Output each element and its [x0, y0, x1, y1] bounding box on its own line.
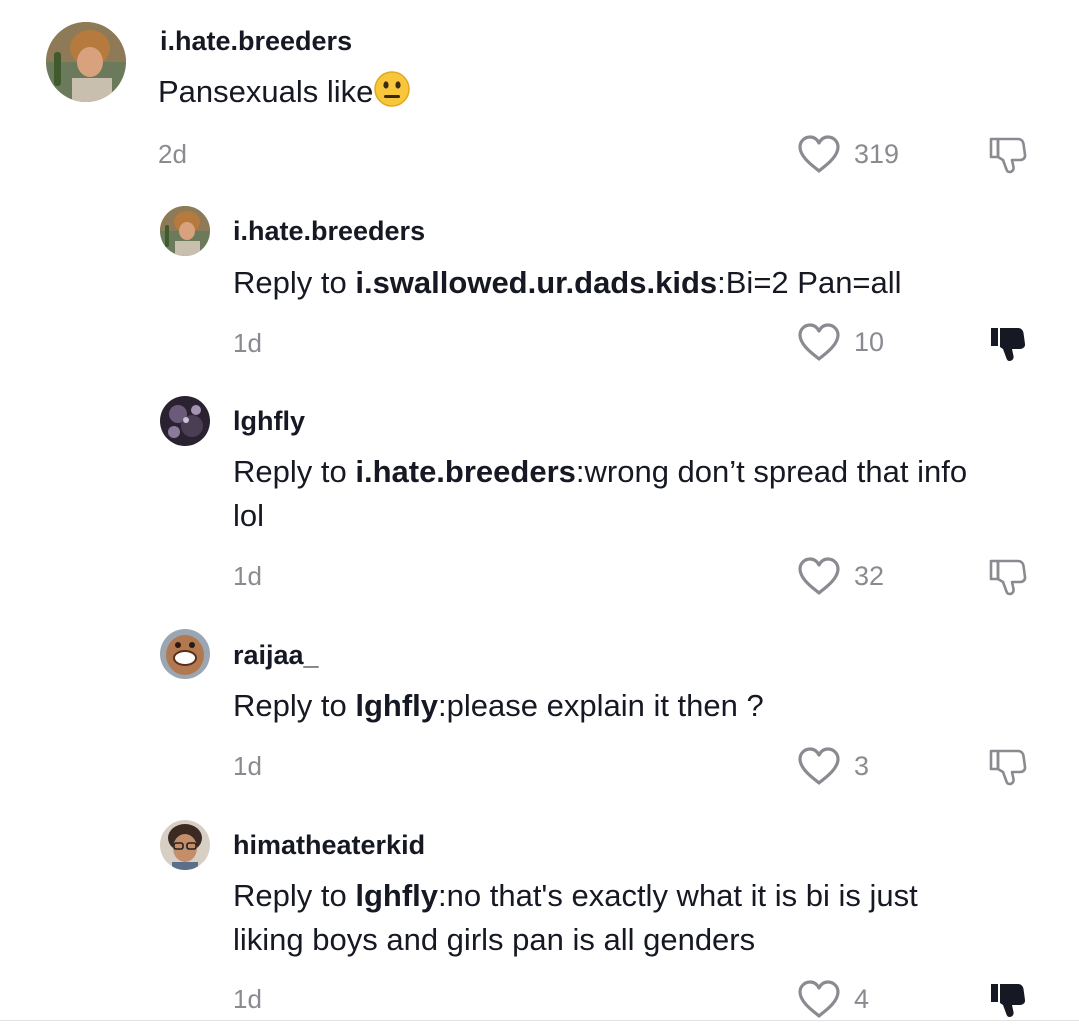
avatar[interactable] [160, 629, 210, 679]
comment-text: Reply to lghfly:please explain it then ? [233, 684, 993, 728]
reply-prefix: Reply to [233, 454, 356, 489]
like-button[interactable]: 32 [796, 555, 884, 597]
like-button[interactable]: 319 [796, 133, 899, 175]
avatar[interactable] [160, 820, 210, 870]
avatar-image [160, 629, 210, 679]
neutral-face-emoji-icon [373, 70, 411, 108]
divider [0, 1020, 1079, 1021]
dislike-button[interactable] [988, 133, 1028, 175]
avatar-image [160, 396, 210, 446]
like-button[interactable]: 4 [796, 978, 869, 1020]
avatar[interactable] [160, 206, 210, 256]
thumbs-down-icon [989, 559, 1027, 596]
comment-body: :please explain it then ? [438, 688, 764, 723]
reply-target-username[interactable]: lghfly [355, 878, 438, 913]
heart-outline-icon [798, 980, 840, 1018]
like-count: 3 [854, 750, 870, 781]
dislike-button[interactable] [988, 555, 1028, 597]
avatar-image [160, 206, 210, 256]
comment-text: Pansexuals like [158, 70, 918, 114]
comment-username[interactable]: lghfly [233, 406, 305, 437]
avatar[interactable] [160, 396, 210, 446]
comment-body: Pansexuals like [158, 74, 374, 109]
heart-outline-icon [798, 323, 840, 361]
heart-outline-icon [798, 135, 840, 173]
reply-target-username[interactable]: lghfly [355, 688, 438, 723]
dislike-button[interactable] [988, 745, 1028, 787]
reply-prefix: Reply to [233, 688, 356, 723]
avatar-image [46, 22, 126, 102]
reply-target-username[interactable]: i.swallowed.ur.dads.kids [355, 265, 717, 300]
like-count: 32 [854, 560, 885, 591]
like-count: 319 [854, 138, 900, 169]
thumbs-down-icon [989, 137, 1027, 174]
comment-username[interactable]: raijaa_ [233, 640, 319, 671]
comment-time: 1d [233, 751, 262, 781]
comment-time: 1d [233, 984, 262, 1014]
avatar-image [160, 820, 210, 870]
comment-body: :Bi=2 Pan=all [717, 265, 902, 300]
like-count: 4 [854, 983, 870, 1014]
comment-time: 2d [158, 139, 187, 169]
avatar[interactable] [46, 22, 126, 102]
heart-outline-icon [798, 747, 840, 785]
comment-text: Reply to lghfly:no that's exactly what i… [233, 874, 993, 962]
dislike-button[interactable] [988, 322, 1028, 364]
comment-username[interactable]: i.hate.breeders [160, 26, 352, 57]
comment-username[interactable]: i.hate.breeders [233, 216, 425, 247]
comment-time: 1d [233, 328, 262, 358]
thumbs-down-icon [991, 984, 1026, 1017]
like-count: 10 [854, 326, 885, 357]
dislike-button[interactable] [988, 978, 1028, 1020]
like-button[interactable]: 10 [796, 321, 884, 363]
thumbs-down-icon [989, 749, 1027, 786]
reply-target-username[interactable]: i.hate.breeders [355, 454, 576, 489]
heart-outline-icon [798, 557, 840, 595]
comment-time: 1d [233, 561, 262, 591]
comment-text: Reply to i.hate.breeders:wrong don’t spr… [233, 450, 993, 538]
like-button[interactable]: 3 [796, 745, 869, 787]
reply-prefix: Reply to [233, 878, 356, 913]
reply-prefix: Reply to [233, 265, 356, 300]
comment-username[interactable]: himatheaterkid [233, 830, 425, 861]
thumbs-down-icon [991, 328, 1026, 361]
comment-text: Reply to i.swallowed.ur.dads.kids:Bi=2 P… [233, 261, 993, 305]
